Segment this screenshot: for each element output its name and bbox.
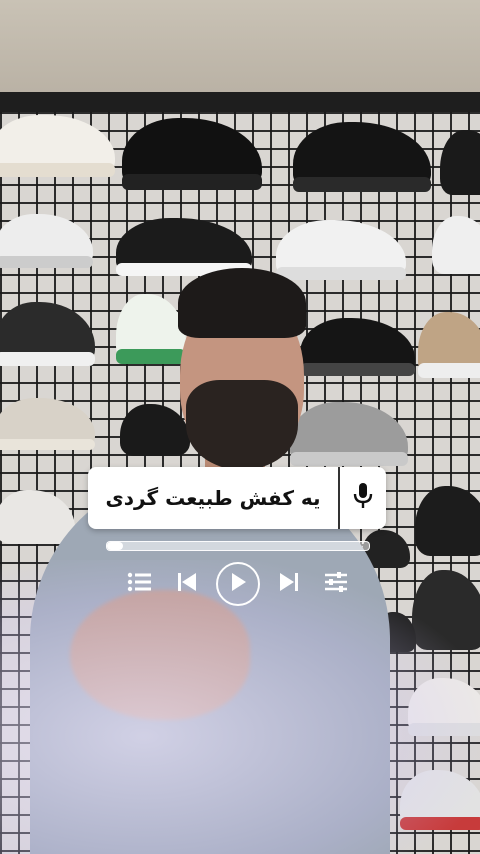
caption-card: یه کفش طبیعت گردی: [88, 467, 386, 529]
person-beard: [186, 380, 298, 470]
person-hair: [178, 268, 306, 338]
shoe: [418, 312, 480, 378]
skip-next-button[interactable]: [271, 566, 307, 602]
playlist-button[interactable]: [122, 566, 158, 602]
playlist-icon: [127, 571, 153, 597]
mic-button[interactable]: [340, 467, 386, 529]
skip-next-icon: [278, 571, 300, 597]
progress-fill: [107, 542, 123, 550]
equalizer-icon: [323, 571, 349, 597]
video-background: [0, 0, 480, 854]
play-icon: [228, 571, 248, 597]
skip-previous-button[interactable]: [169, 566, 205, 602]
microphone-icon: [353, 482, 373, 514]
player-controls: [122, 561, 354, 607]
playback-progress-bar[interactable]: [106, 541, 370, 551]
shoe: [415, 486, 480, 556]
equalizer-button[interactable]: [318, 566, 354, 602]
play-button[interactable]: [216, 562, 260, 606]
caption-text: یه کفش طبیعت گردی: [105, 486, 321, 510]
skip-previous-icon: [176, 571, 198, 597]
shoe: [432, 216, 480, 274]
wall-trim: [0, 92, 480, 114]
